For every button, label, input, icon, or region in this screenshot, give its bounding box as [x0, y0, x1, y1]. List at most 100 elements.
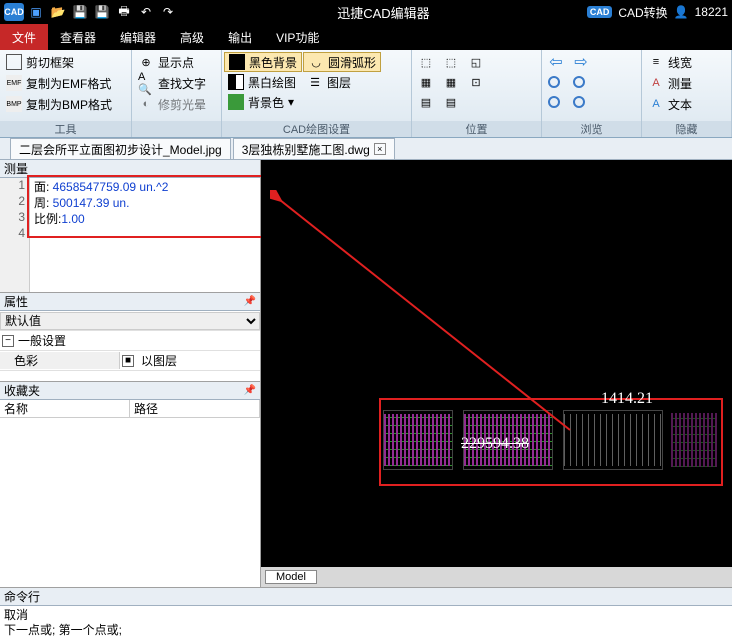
open-icon[interactable]: 📂: [48, 3, 68, 21]
new-icon[interactable]: ▣: [26, 3, 46, 21]
cad-convert-button[interactable]: CAD转换: [618, 4, 667, 21]
general-label: 一般设置: [14, 332, 66, 349]
undo-icon[interactable]: ↶: [136, 3, 156, 21]
drawing-canvas[interactable]: 1414.21 229594.38: [261, 160, 732, 567]
menu-bar: 文件 查看器 编辑器 高级 输出 VIP功能: [0, 24, 732, 50]
doc-tab-1-label: 二层会所平立面图初步设计_Model.jpg: [19, 141, 222, 158]
tab-vip[interactable]: VIP功能: [264, 24, 331, 50]
copy-emf-button[interactable]: EMF复制为EMF格式: [2, 73, 116, 93]
model-tab-bar: Model: [261, 567, 732, 587]
cmd-title: 命令行: [0, 588, 732, 606]
zoom-window[interactable]: [569, 92, 593, 112]
group-cad-label: CAD绘图设置: [222, 121, 411, 137]
properties-panel: 属性📌 默认值 −一般设置 色彩 ■ 以图层: [0, 293, 260, 382]
trim-halo-button[interactable]: ◐修剪光晕: [134, 94, 210, 114]
model-tab[interactable]: Model: [265, 570, 317, 584]
tab-advanced[interactable]: 高级: [168, 24, 216, 50]
measure-output: 面: 4658547759.09 un.^2 周: 500147.39 un. …: [30, 178, 260, 292]
dim-text-2: 229594.38: [461, 435, 529, 453]
cmd-output[interactable]: 取消 下一点或; 第一个点或;: [0, 606, 732, 640]
save-icon[interactable]: 💾: [70, 3, 90, 21]
zoom-out[interactable]: [569, 72, 593, 92]
cmd-line-2: 下一点或; 第一个点或;: [4, 623, 728, 638]
col-name[interactable]: 名称: [0, 400, 130, 417]
measure-button[interactable]: A测量: [644, 73, 696, 93]
app-title: 迅捷CAD编辑器: [180, 3, 587, 22]
color-label: 色彩: [0, 352, 120, 369]
doc-tab-2-label: 3层独栋别墅施工图.dwg: [242, 141, 370, 158]
showpt-label: 显示点: [158, 54, 194, 71]
pin-icon[interactable]: 📌: [240, 296, 260, 307]
fav-columns: 名称 路径: [0, 400, 260, 418]
trim-label: 修剪光晕: [158, 96, 206, 113]
tab-editor[interactable]: 编辑器: [108, 24, 168, 50]
app-icon: CAD: [4, 3, 24, 21]
pos-btn-3[interactable]: ▤: [414, 92, 438, 112]
props-title: 属性📌: [0, 293, 260, 311]
emf-label: 复制为EMF格式: [26, 75, 111, 92]
col-path[interactable]: 路径: [130, 400, 260, 417]
bylayer-label: 以图层: [141, 352, 177, 369]
smooth-arc-button[interactable]: ◡圆滑弧形: [303, 52, 381, 72]
bg-color-button[interactable]: 背景色▾: [224, 92, 302, 112]
pos-btn-6[interactable]: ▤: [439, 92, 463, 112]
zoom-fit[interactable]: [544, 92, 568, 112]
copy-bmp-button[interactable]: BMP复制为BMP格式: [2, 94, 116, 114]
fav-title: 收藏夹📌: [0, 382, 260, 400]
color-checkbox[interactable]: ■: [122, 355, 134, 367]
findtext-label: 查找文字: [158, 75, 206, 92]
dim-text-1: 1414.21: [601, 390, 653, 408]
user-id: 18221: [695, 5, 728, 19]
show-points-button[interactable]: ⊕显示点: [134, 52, 210, 72]
close-tab-icon[interactable]: ×: [374, 143, 386, 155]
line-gutter: 1234: [0, 178, 30, 292]
tab-output[interactable]: 输出: [216, 24, 264, 50]
bw-draw-button[interactable]: 黑白绘图: [224, 72, 302, 92]
pos-btn-1[interactable]: ⬚: [414, 52, 438, 72]
saveas-icon[interactable]: 💾: [92, 3, 112, 21]
crop-frame-button[interactable]: 剪切框架: [2, 52, 116, 72]
pos-btn-5[interactable]: ▦: [439, 72, 463, 92]
bw-label: 黑白绘图: [248, 74, 296, 91]
default-select[interactable]: 默认值: [0, 312, 260, 330]
nav-right[interactable]: ⇨: [569, 52, 593, 72]
group-pos-label: 位置: [412, 121, 541, 137]
doc-tab-2[interactable]: 3层独栋别墅施工图.dwg ×: [233, 138, 395, 159]
tree-toggle[interactable]: −: [2, 335, 14, 347]
pos-btn-8[interactable]: ⊡: [464, 72, 488, 92]
document-tabs: 二层会所平立面图初步设计_Model.jpg 3层独栋别墅施工图.dwg ×: [0, 138, 732, 160]
measure-panel: 测量 1234 面: 4658547759.09 un.^2 周: 500147…: [0, 160, 260, 293]
workspace: 测量 1234 面: 4658547759.09 un.^2 周: 500147…: [0, 160, 732, 587]
user-icon[interactable]: 👤: [674, 5, 689, 19]
blackbg-label: 黑色背景: [249, 54, 297, 71]
tab-file[interactable]: 文件: [0, 24, 48, 50]
crop-label: 剪切框架: [26, 54, 74, 71]
find-text-button[interactable]: A🔍查找文字: [134, 73, 210, 93]
command-panel: 命令行 取消 下一点或; 第一个点或;: [0, 587, 732, 640]
zoom-in[interactable]: [544, 72, 568, 92]
print-icon[interactable]: 🖶: [114, 3, 134, 21]
pos-btn-4[interactable]: ⬚: [439, 52, 463, 72]
doc-tab-1[interactable]: 二层会所平立面图初步设计_Model.jpg: [10, 138, 231, 159]
canvas-panel: 1414.21 229594.38 Model: [261, 160, 732, 587]
ribbon: 剪切框架 EMF复制为EMF格式 BMP复制为BMP格式 工具 ⊕显示点 A🔍查…: [0, 50, 732, 138]
layers-label: 图层: [327, 74, 351, 91]
measure-title: 测量: [0, 160, 260, 178]
title-bar: CAD ▣ 📂 💾 💾 🖶 ↶ ↷ 迅捷CAD编辑器 CAD CAD转换 👤 1…: [0, 0, 732, 24]
left-panel: 测量 1234 面: 4658547759.09 un.^2 周: 500147…: [0, 160, 261, 587]
fav-list: [0, 418, 260, 587]
redo-icon[interactable]: ↷: [158, 3, 178, 21]
layers-button[interactable]: ☰图层: [303, 72, 381, 92]
pos-btn-7[interactable]: ◱: [464, 52, 488, 72]
text-button[interactable]: A文本: [644, 94, 696, 114]
bmp-label: 复制为BMP格式: [26, 96, 112, 113]
black-bg-button[interactable]: 黑色背景: [224, 52, 302, 72]
tab-viewer[interactable]: 查看器: [48, 24, 108, 50]
linewidth-button[interactable]: ≡线宽: [644, 52, 696, 72]
pos-btn-2[interactable]: ▦: [414, 72, 438, 92]
nav-left[interactable]: ⇦: [544, 52, 568, 72]
pin-icon-2[interactable]: 📌: [240, 385, 260, 396]
group-browse-label: 浏览: [542, 121, 641, 137]
measure-label: 测量: [668, 75, 692, 92]
arc-label: 圆滑弧形: [328, 54, 376, 71]
